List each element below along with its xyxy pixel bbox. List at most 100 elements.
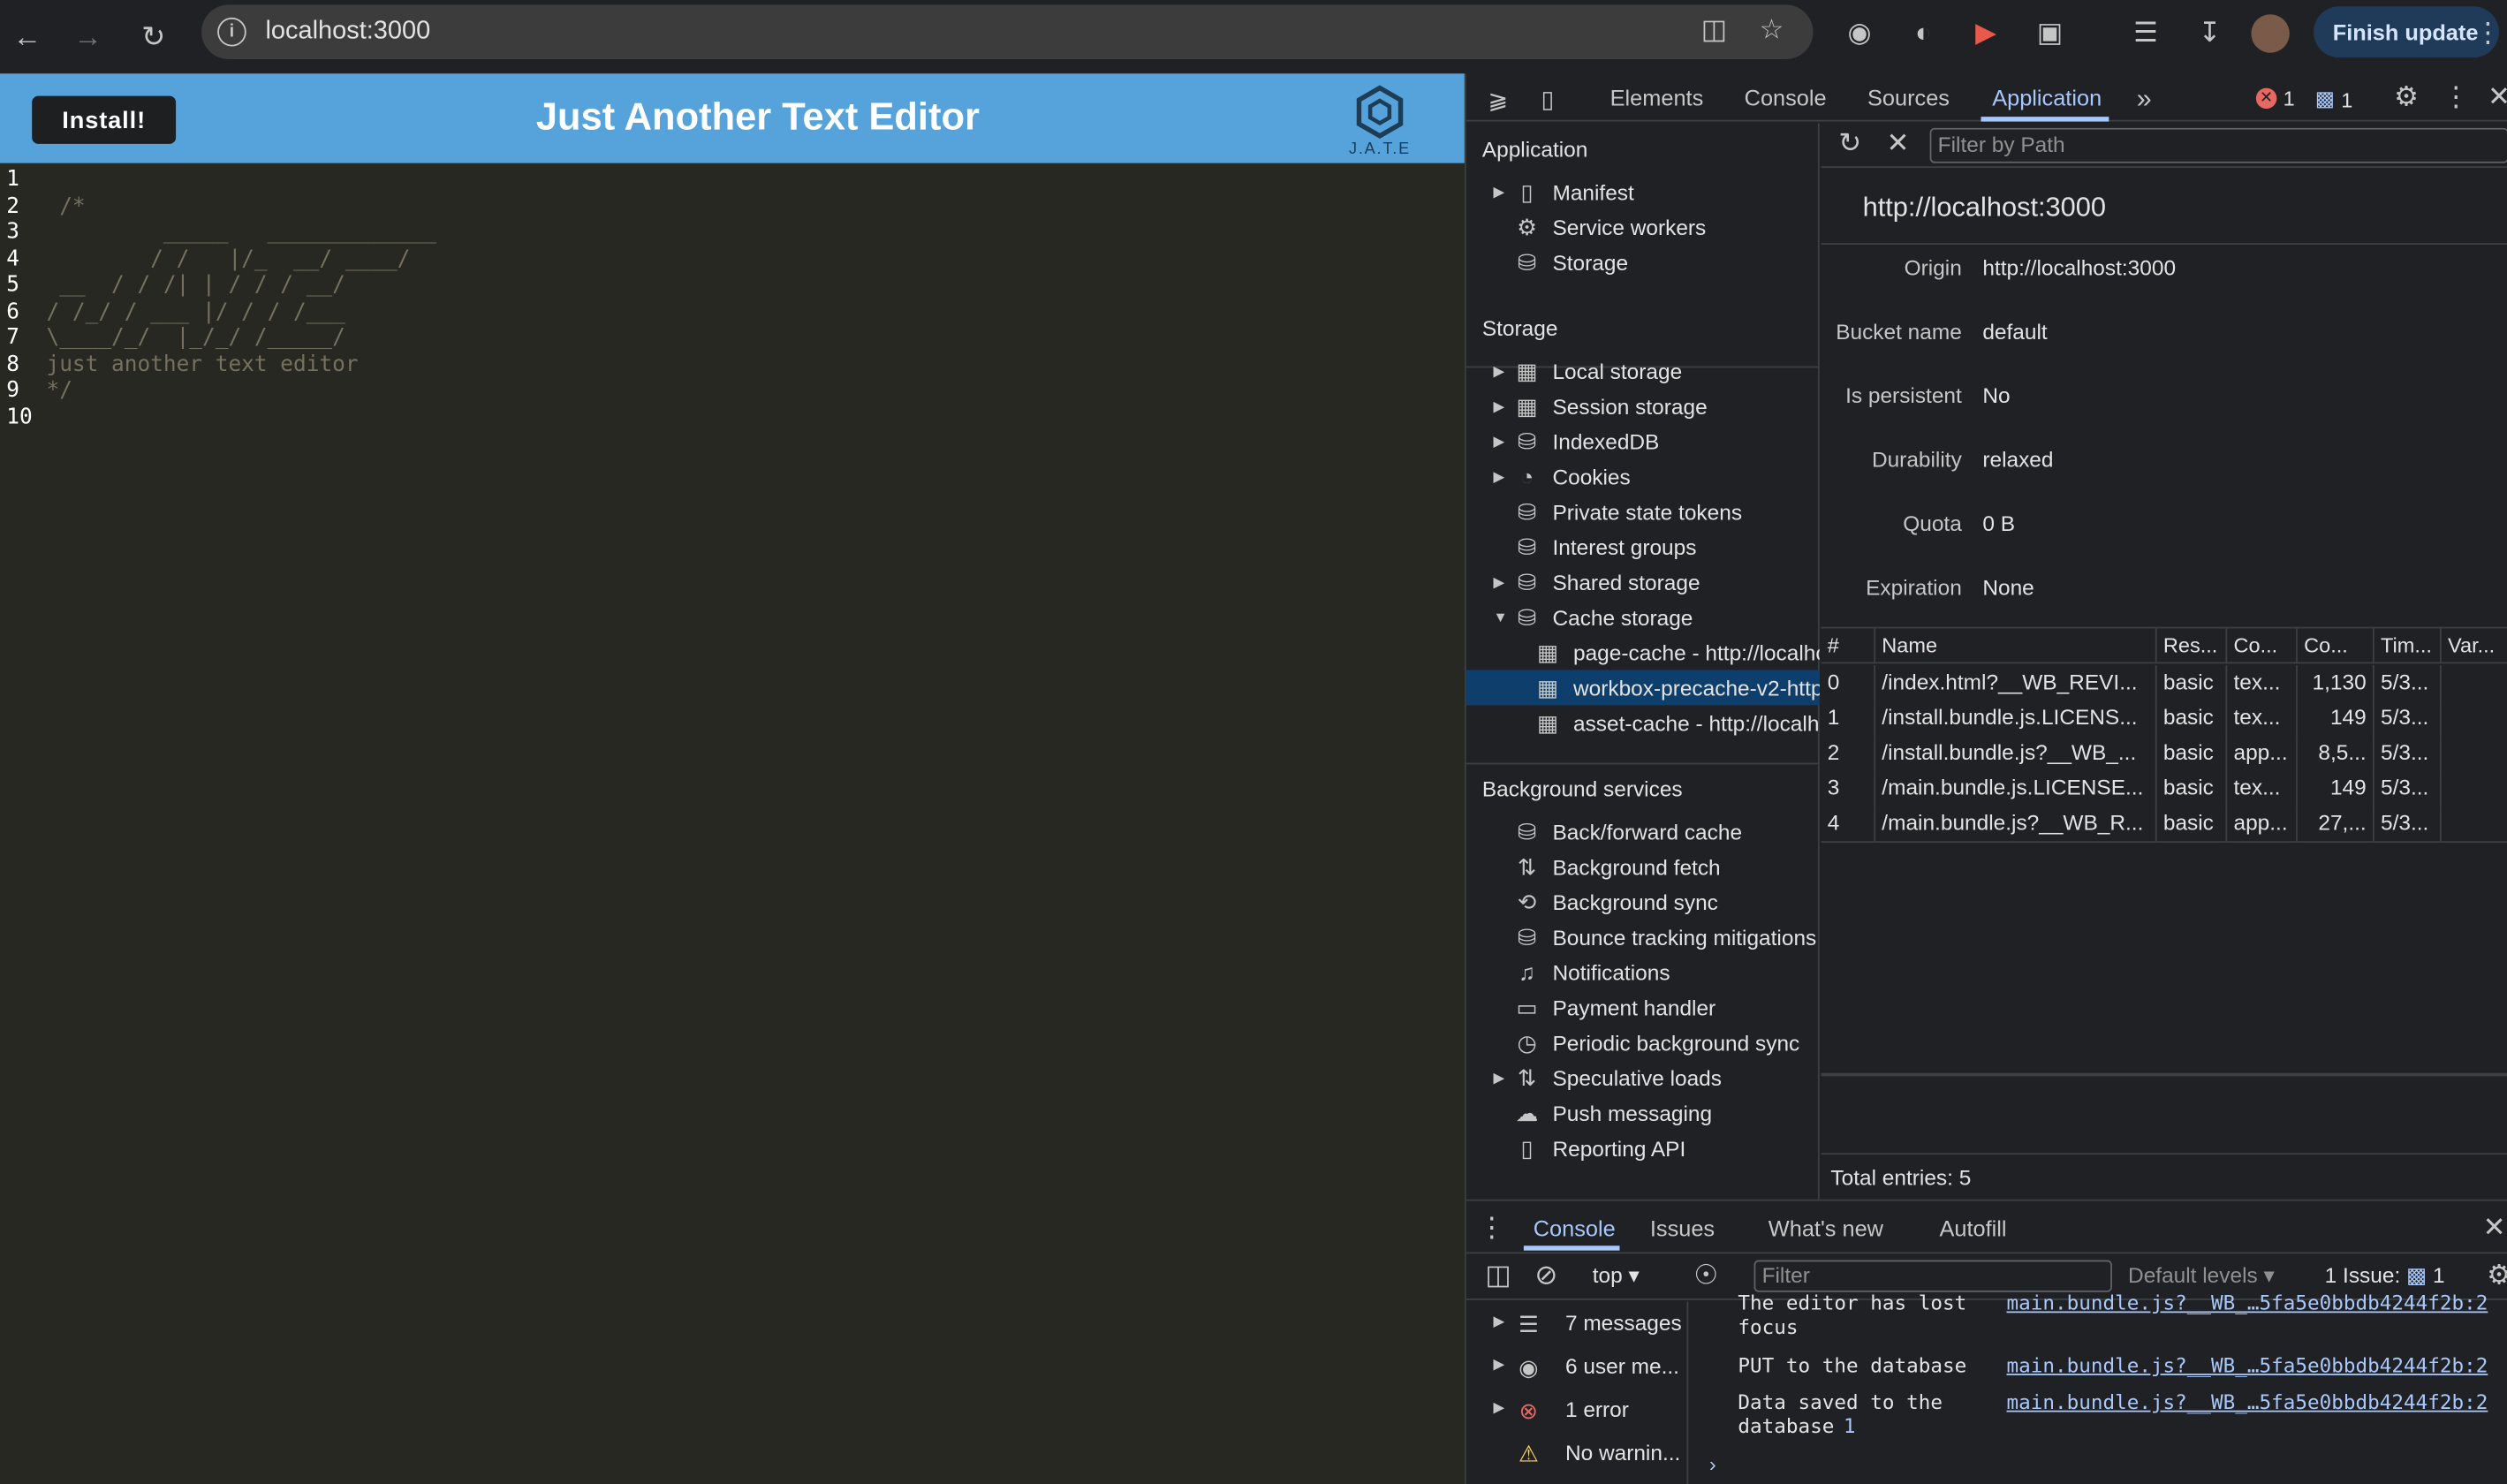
- bookmark-star-icon[interactable]: ☆: [1749, 10, 1794, 51]
- console-source-link[interactable]: main.bundle.js?__WB_…5fa5e0bbdb4244f2b:2: [2006, 1291, 2488, 1314]
- expand-arrow-right-icon[interactable]: ▶: [1493, 468, 1504, 486]
- error-counter[interactable]: ✕ 1: [2255, 87, 2295, 110]
- record-extension-icon[interactable]: ▶: [1964, 12, 2009, 54]
- sidebar-item-local-storage[interactable]: ▶ ▦ Local storage: [1466, 353, 1820, 389]
- table-cell[interactable]: tex...: [2227, 770, 2298, 806]
- console-group-user[interactable]: ▶ ◉ 6 user me...: [1466, 1348, 1689, 1386]
- install-app-icon[interactable]: ◫: [1692, 10, 1737, 51]
- table-cell[interactable]: tex...: [2227, 700, 2298, 736]
- sidebar-item-interest-groups[interactable]: ⛁ Interest groups: [1466, 529, 1820, 564]
- sidebar-item-push-messaging[interactable]: ☁ Push messaging: [1466, 1095, 1820, 1131]
- sidebar-cache-item[interactable]: ▦ asset-cache - http://localhost:3000: [1466, 705, 1820, 740]
- expand-arrow-right-icon[interactable]: ▶: [1493, 183, 1504, 201]
- table-cell[interactable]: 5/3...: [2374, 735, 2442, 771]
- table-cell[interactable]: 3: [1822, 770, 1876, 806]
- sidebar-item-service-workers[interactable]: ⚙ Service workers: [1466, 209, 1820, 245]
- sidebar-item-notifications[interactable]: ♫ Notifications: [1466, 955, 1820, 990]
- clear-console-icon[interactable]: ⊘: [1524, 1255, 1569, 1297]
- sidebar-item-speculative-loads[interactable]: ▶ ⇅ Speculative loads: [1466, 1060, 1820, 1095]
- filter-by-path-input[interactable]: Filter by Path: [1929, 127, 2507, 163]
- sidebar-item-private-state-tokens[interactable]: ⛁ Private state tokens: [1466, 494, 1820, 529]
- table-cell[interactable]: 149: [2298, 770, 2374, 806]
- tab-sources[interactable]: Sources: [1867, 85, 1950, 110]
- table-cell[interactable]: app...: [2227, 806, 2298, 842]
- expand-arrow-down-icon[interactable]: ▼: [1493, 610, 1507, 625]
- tab-application[interactable]: Application: [1992, 85, 2102, 110]
- sidebar-item-shared-storage[interactable]: ▶ ⛁ Shared storage: [1466, 564, 1820, 600]
- expand-arrow-right-icon[interactable]: ▶: [1493, 573, 1504, 591]
- entry-name-cell[interactable]: /install.bundle.js.LICENS...: [1875, 700, 2157, 736]
- sidebar-cache-item[interactable]: ▦ workbox-precache-v2-http://localhost:30…: [1466, 670, 1820, 706]
- sidebar-item-session-storage[interactable]: ▶ ▦ Session storage: [1466, 389, 1820, 424]
- table-cell[interactable]: 2: [1822, 735, 1876, 771]
- expand-arrow-right-icon[interactable]: ▶: [1493, 398, 1504, 415]
- table-cell[interactable]: app...: [2227, 735, 2298, 771]
- column-header[interactable]: Var...: [2441, 628, 2507, 664]
- table-cell[interactable]: [2442, 736, 2507, 771]
- table-cell[interactable]: 0: [1822, 665, 1876, 700]
- sidebar-item-background-fetch[interactable]: ⇅ Background fetch: [1466, 849, 1820, 884]
- expand-arrow-right-icon[interactable]: ▶: [1493, 1399, 1504, 1417]
- sidebar-item-background-sync[interactable]: ⟲ Background sync: [1466, 884, 1820, 920]
- url-text[interactable]: localhost:3000: [265, 18, 430, 47]
- table-cell[interactable]: 27,...: [2298, 806, 2374, 842]
- reading-list-icon[interactable]: ☰: [2124, 12, 2169, 54]
- preview-divider[interactable]: [1821, 1072, 2507, 1077]
- code-line[interactable]: __ / / /| | / / / __/: [46, 272, 345, 299]
- code-line[interactable]: / /_/ / ___ |/ / / /___: [46, 299, 345, 325]
- sidebar-item-storage[interactable]: ⛁ Storage: [1466, 245, 1820, 280]
- table-cell[interactable]: basic: [2157, 770, 2228, 806]
- sidebar-item-cache-storage[interactable]: ▼ ⛁ Cache storage: [1466, 600, 1820, 635]
- column-header[interactable]: Tim...: [2374, 628, 2442, 664]
- clear-icon[interactable]: ✕: [1875, 123, 1920, 164]
- expand-arrow-right-icon[interactable]: ▶: [1493, 1069, 1504, 1086]
- table-cell[interactable]: [2442, 806, 2507, 841]
- sidebar-item-manifest[interactable]: ▶ ▯ Manifest: [1466, 174, 1820, 209]
- extensions-puzzle-icon[interactable]: ▣: [2027, 12, 2072, 54]
- expand-arrow-right-icon[interactable]: ▶: [1493, 1356, 1504, 1374]
- drawer-tab-issues[interactable]: Issues: [1650, 1215, 1715, 1241]
- table-cell[interactable]: tex...: [2227, 665, 2298, 700]
- sidebar-item-bounce-tracking-mitigations[interactable]: ⛁ Bounce tracking mitigations: [1466, 920, 1820, 955]
- live-expression-eye-icon[interactable]: ☉: [1684, 1255, 1729, 1297]
- entry-name-cell[interactable]: /main.bundle.js?__WB_R...: [1875, 806, 2157, 842]
- drawer-tab-whats-new[interactable]: What's new: [1769, 1215, 1883, 1241]
- issue-counter[interactable]: ▩ 1: [2315, 87, 2353, 112]
- finish-update-button[interactable]: Finish update: [2313, 6, 2499, 58]
- column-header[interactable]: #: [1821, 628, 1876, 664]
- sidebar-item-reporting-api[interactable]: ▯ Reporting API: [1466, 1131, 1820, 1166]
- sidebar-cache-item[interactable]: ▦ page-cache - http://localhost:3000: [1466, 635, 1820, 670]
- reload-icon[interactable]: ↻: [130, 12, 178, 60]
- download-icon[interactable]: ↧: [2187, 12, 2232, 54]
- sidebar-item-cookies[interactable]: ▶ ◔ Cookies: [1466, 459, 1820, 495]
- profile-avatar[interactable]: [2251, 14, 2290, 53]
- code-line[interactable]: \____/_/ |_/_/ /_____/: [46, 324, 345, 351]
- inspect-element-icon[interactable]: ⫺: [1476, 79, 1521, 120]
- code-line[interactable]: / / |/_ __/ ____/: [46, 246, 410, 272]
- settings-gear-icon[interactable]: ⚙: [2384, 77, 2429, 118]
- table-cell[interactable]: basic: [2157, 700, 2228, 736]
- console-filter-input[interactable]: Filter: [1753, 1260, 2112, 1292]
- drawer-tab-autofill[interactable]: Autofill: [1939, 1215, 2006, 1241]
- close-devtools-icon[interactable]: ✕: [2477, 77, 2507, 118]
- table-cell[interactable]: basic: [2157, 806, 2228, 842]
- table-cell[interactable]: 5/3...: [2374, 770, 2442, 806]
- console-source-link[interactable]: main.bundle.js?__WB_…5fa5e0bbdb4244f2b:2: [2006, 1389, 2488, 1413]
- table-cell[interactable]: basic: [2157, 665, 2228, 700]
- issues-link[interactable]: 1 Issue: ▩ 1: [2325, 1263, 2445, 1289]
- entry-name-cell[interactable]: /main.bundle.js.LICENSE...: [1875, 770, 2157, 806]
- devtools-menu-icon[interactable]: ⋮: [2434, 77, 2479, 118]
- tab-elements[interactable]: Elements: [1610, 85, 1704, 110]
- table-cell[interactable]: basic: [2157, 735, 2228, 771]
- forward-icon[interactable]: →: [64, 12, 111, 60]
- column-header[interactable]: Res...: [2156, 628, 2228, 664]
- log-levels-dropdown[interactable]: Default levels ▾: [2128, 1263, 2275, 1289]
- sidebar-item-periodic-background-sync[interactable]: ◷ Periodic background sync: [1466, 1025, 1820, 1060]
- extension-icon[interactable]: ◐: [1901, 12, 1946, 54]
- site-info-icon[interactable]: i: [217, 17, 246, 47]
- table-cell[interactable]: 5/3...: [2374, 806, 2442, 842]
- expand-arrow-right-icon[interactable]: ▶: [1493, 362, 1504, 380]
- expand-arrow-right-icon[interactable]: ▶: [1493, 433, 1504, 450]
- drawer-tab-console[interactable]: Console: [1534, 1215, 1616, 1241]
- sidebar-toggle-icon[interactable]: ◫: [1476, 1255, 1521, 1297]
